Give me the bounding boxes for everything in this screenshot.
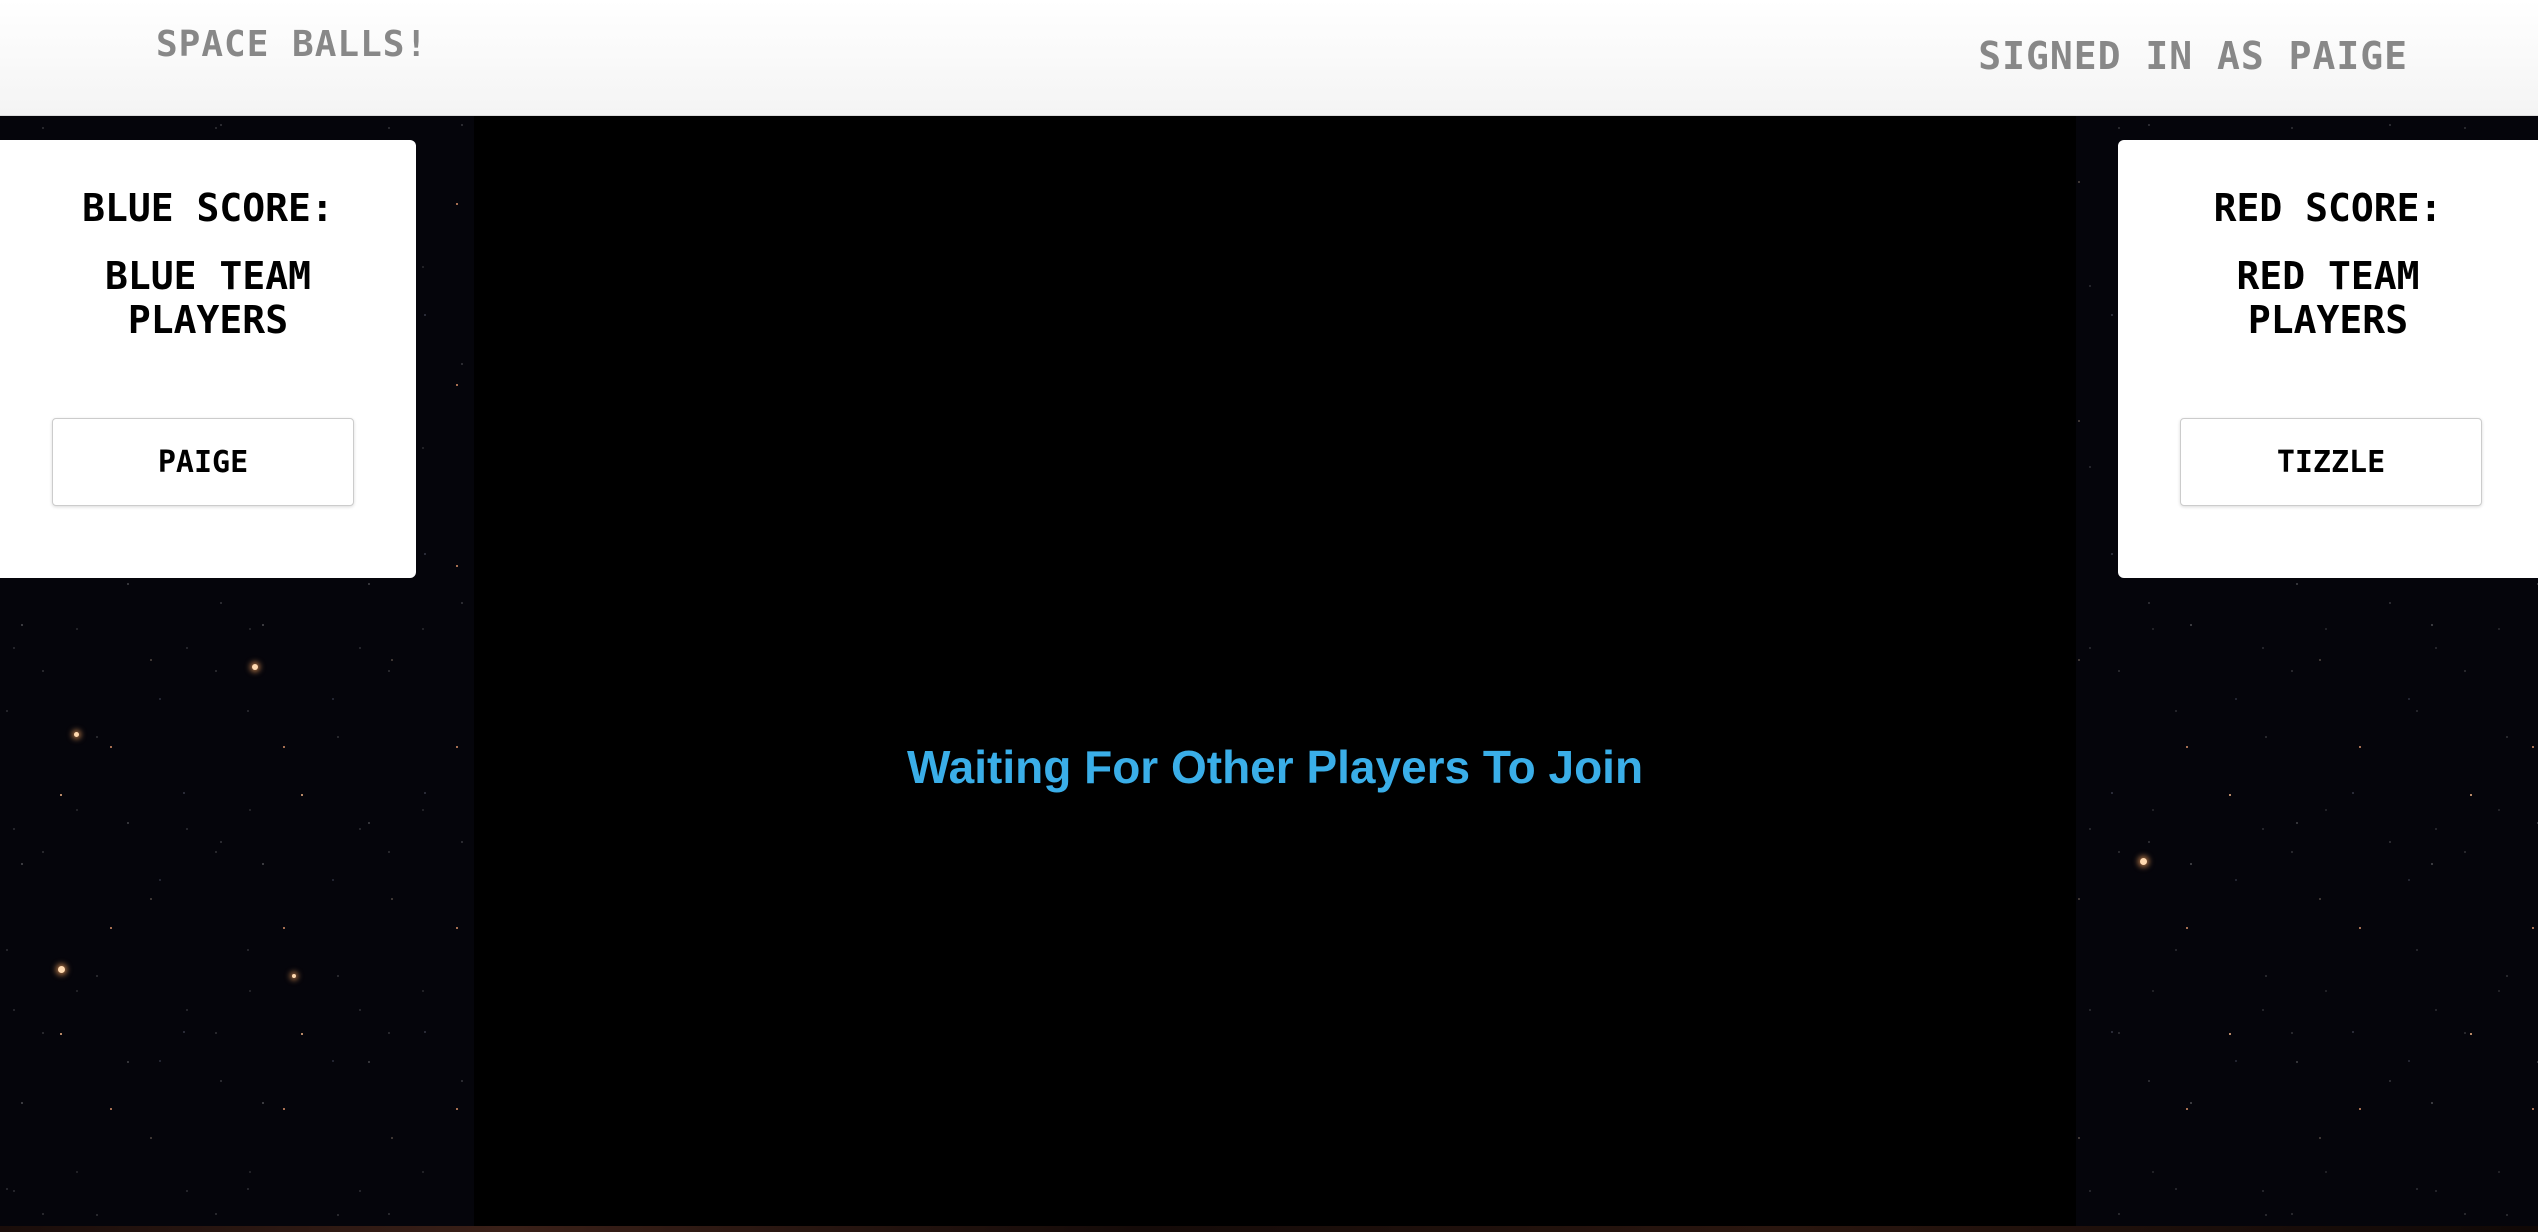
red-team-panel: Red Score: Red Team Players Tizzle: [2118, 140, 2538, 578]
red-player-button[interactable]: Tizzle: [2180, 418, 2482, 506]
bright-star: [2140, 858, 2147, 865]
bright-star: [252, 664, 258, 670]
top-navbar: Space Balls! Signed in as Paige: [0, 0, 2538, 116]
bright-star: [292, 974, 296, 978]
game-canvas[interactable]: Waiting For Other Players To Join: [474, 116, 2076, 1232]
red-team-heading: Red Team Players: [2236, 254, 2420, 342]
red-score-label: Red Score:: [2213, 186, 2443, 230]
signed-in-status: Signed in as Paige: [1978, 34, 2408, 78]
bright-star: [74, 732, 79, 737]
waiting-status-message: Waiting For Other Players To Join: [906, 741, 1644, 793]
blue-team-heading: Blue Team Players: [105, 254, 311, 342]
bottom-image-strip: [0, 1226, 2538, 1232]
blue-player-button[interactable]: Paige: [52, 418, 354, 506]
blue-team-panel: Blue Score: Blue Team Players Paige: [0, 140, 416, 578]
blue-score-label: Blue Score:: [82, 186, 334, 230]
brand-title[interactable]: Space Balls!: [156, 24, 428, 65]
bright-star: [58, 966, 65, 973]
